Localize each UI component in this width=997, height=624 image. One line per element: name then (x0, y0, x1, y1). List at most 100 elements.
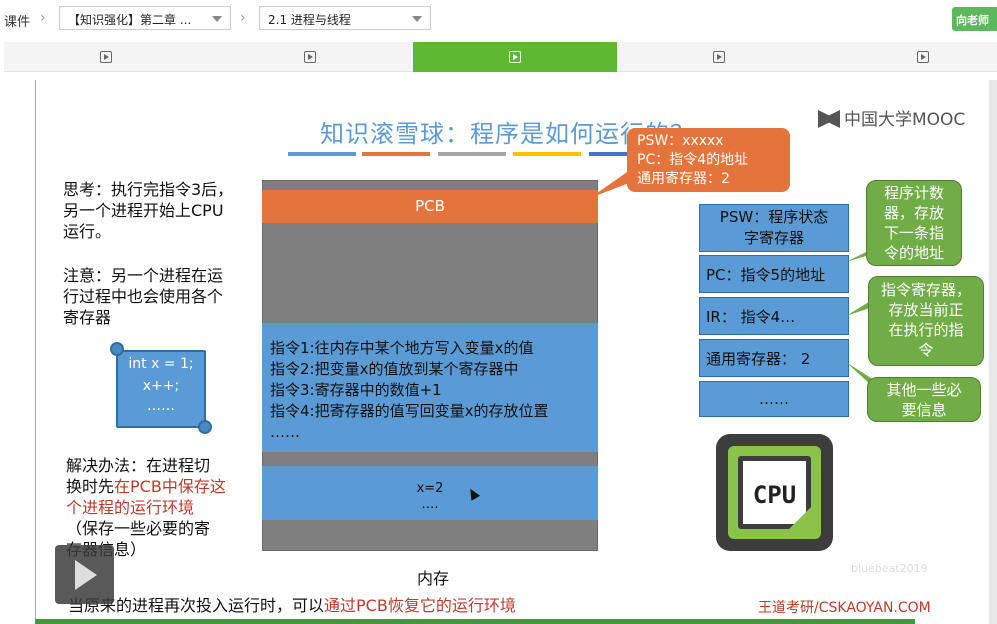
ir-explain-bubble: 指令寄存器， 存放当前正 在执行的指 令 (868, 276, 984, 366)
register-value: 指令4… (740, 308, 796, 326)
bubble-line: 下一条指 (883, 224, 944, 242)
course-player: 课件 › 【知识强化】第二章 ... › 2.1 进程与线程 向老师 知识滚雪球… (0, 0, 997, 624)
instruction-line: 指令2:把变量x的值放到某个寄存器中 (270, 360, 519, 378)
code-line: …… (147, 398, 175, 414)
think-note: 思考：执行完指令3后， 另一个进程开始上CPU 运行。 (63, 179, 233, 242)
register-label: PC： (706, 266, 741, 284)
play-icon (713, 51, 725, 63)
lesson-tabs (4, 42, 997, 72)
instruction-line: 指令4:把寄存器的值写回变量x的存放位置 (270, 402, 549, 420)
bubble-line: 在执行的指 (888, 321, 964, 339)
section-select[interactable]: 2.1 进程与线程 (259, 6, 431, 30)
title-underline (362, 152, 430, 156)
note-line: 行过程中也会使用各个 (63, 287, 224, 306)
callout-line: PC：指令4的地址 (637, 152, 749, 168)
note-line: 寄存器 (63, 308, 112, 327)
think-line: 另一个进程开始上CPU (63, 201, 224, 220)
bubble-line: 令 (918, 341, 934, 359)
solution-line: 换时先在PCB中保存这 (66, 476, 226, 497)
register-label: 字寄存器 (743, 229, 804, 247)
callout-line: 通用寄存器：2 (637, 171, 730, 187)
mooc-logo: 中国大学MOOC (818, 105, 965, 130)
lesson-tab-2[interactable] (208, 42, 412, 72)
play-icon (509, 51, 521, 63)
play-icon (917, 51, 929, 63)
video-progress-bar[interactable] (35, 619, 915, 624)
instruction-line: 指令3:寄存器中的数值+1 (270, 381, 442, 399)
register-label: 通用寄存器： (706, 350, 797, 368)
scroll-curl (110, 342, 124, 356)
bottom-note: 当原来的进程再次投入运行时，可以通过PCB恢复它的运行环境 (68, 592, 516, 616)
scrollbar[interactable] (989, 80, 997, 624)
instruction-line: 指令1:往内存中某个地方写入变量x的值 (270, 339, 534, 357)
note-line: 注意：另一个进程在运 (63, 266, 224, 285)
solution-line: 解决办法：在进程切 (66, 456, 211, 475)
instruction-block: 指令1:往内存中某个地方写入变量x的值 指令2:把变量x的值放到某个寄存器中 指… (262, 323, 598, 452)
title-underline (288, 152, 356, 156)
think-line: 思考：执行完指令3后， (63, 180, 234, 199)
cpu-chip-icon: CPU (716, 434, 833, 551)
register-label: IR： (706, 308, 736, 326)
bubble-line: 要信息 (901, 401, 947, 419)
chevron-down-icon (212, 16, 222, 22)
lesson-tab-5[interactable] (821, 42, 997, 72)
scroll-curl (198, 420, 212, 434)
cpu-chip-board: CPU (728, 446, 821, 539)
variable-more: …. (421, 497, 439, 512)
code-line: int x = 1; (128, 356, 194, 372)
register-more: …… (699, 381, 849, 417)
chevron-right-icon: › (240, 10, 246, 26)
register-psw: PSW：程序状态 字寄存器 (699, 204, 849, 252)
register-label: PSW：程序状态 (719, 208, 829, 226)
bubble-line: 器，存放 (883, 204, 944, 222)
instruction-line: …… (270, 423, 300, 441)
cpu-chip-core: CPU (738, 456, 811, 529)
bubble-line: 指令寄存器， (880, 281, 971, 299)
site-watermark: 王道考研/CSKAOYAN.COM (758, 600, 931, 616)
pcb-callout: PSW：xxxxx PC：指令4的地址 通用寄存器：2 (627, 128, 790, 192)
chevron-right-icon: › (40, 10, 46, 26)
cpu-label: CPU (752, 481, 797, 509)
ask-teacher-button[interactable]: 向老师 (952, 7, 997, 31)
register-pc: PC：指令5的地址 (699, 255, 849, 293)
solution-highlight: 个进程的运行环境 (66, 498, 195, 517)
bubble-line: 存放当前正 (888, 301, 964, 319)
think-line: 运行。 (63, 222, 112, 241)
callout-line: PSW：xxxxx (637, 133, 724, 149)
bubble-line: 程序计数 (883, 184, 944, 202)
faint-watermark: bluebeat2019 (851, 562, 928, 575)
pcb-block: PCB (262, 190, 598, 223)
code-scroll: int x = 1; x++; …… (110, 342, 212, 434)
mooc-logo-icon (818, 110, 840, 128)
section-select-value: 2.1 进程与线程 (268, 13, 351, 27)
solution-highlight: 在PCB中保存这 (114, 477, 226, 496)
register-value: 指令5的地址 (740, 266, 826, 284)
register-ir: IR： 指令4… (699, 297, 849, 335)
lesson-tab-1[interactable] (4, 42, 208, 72)
play-icon (304, 51, 316, 63)
play-button[interactable] (55, 545, 114, 604)
other-info-bubble: 其他一些必 要信息 (867, 377, 981, 422)
pc-explain-bubble: 程序计数 器，存放 下一条指 令的地址 (866, 180, 962, 266)
solution-line: （保存一些必要的寄 (66, 519, 211, 538)
courseware-link[interactable]: 课件 (4, 11, 30, 30)
chevron-down-icon (412, 16, 422, 22)
variable-block: x=2 …. (262, 466, 598, 520)
lesson-tab-3[interactable] (413, 42, 617, 72)
lesson-tab-4[interactable] (617, 42, 821, 72)
bottom-highlight: 通过PCB恢复它的运行环境 (324, 596, 516, 615)
solution-text: 换时先 (66, 477, 115, 496)
chapter-select-value: 【知识强化】第二章 ... (68, 13, 192, 27)
title-underline (438, 152, 506, 156)
code-line: x++; (142, 378, 180, 394)
register-general: 通用寄存器： 2 (699, 339, 849, 377)
top-bar: 课件 › 【知识强化】第二章 ... › 2.1 进程与线程 向老师 (0, 0, 997, 40)
play-icon (100, 51, 112, 63)
attention-note: 注意：另一个进程在运 行过程中也会使用各个 寄存器 (63, 265, 223, 328)
register-value: 2 (800, 350, 811, 368)
bubble-line: 其他一些必 (886, 381, 962, 399)
mooc-logo-text: 中国大学MOOC (844, 110, 966, 130)
title-underline (513, 152, 581, 156)
chapter-select[interactable]: 【知识强化】第二章 ... (59, 6, 231, 30)
variable-value: x=2 (416, 481, 444, 496)
